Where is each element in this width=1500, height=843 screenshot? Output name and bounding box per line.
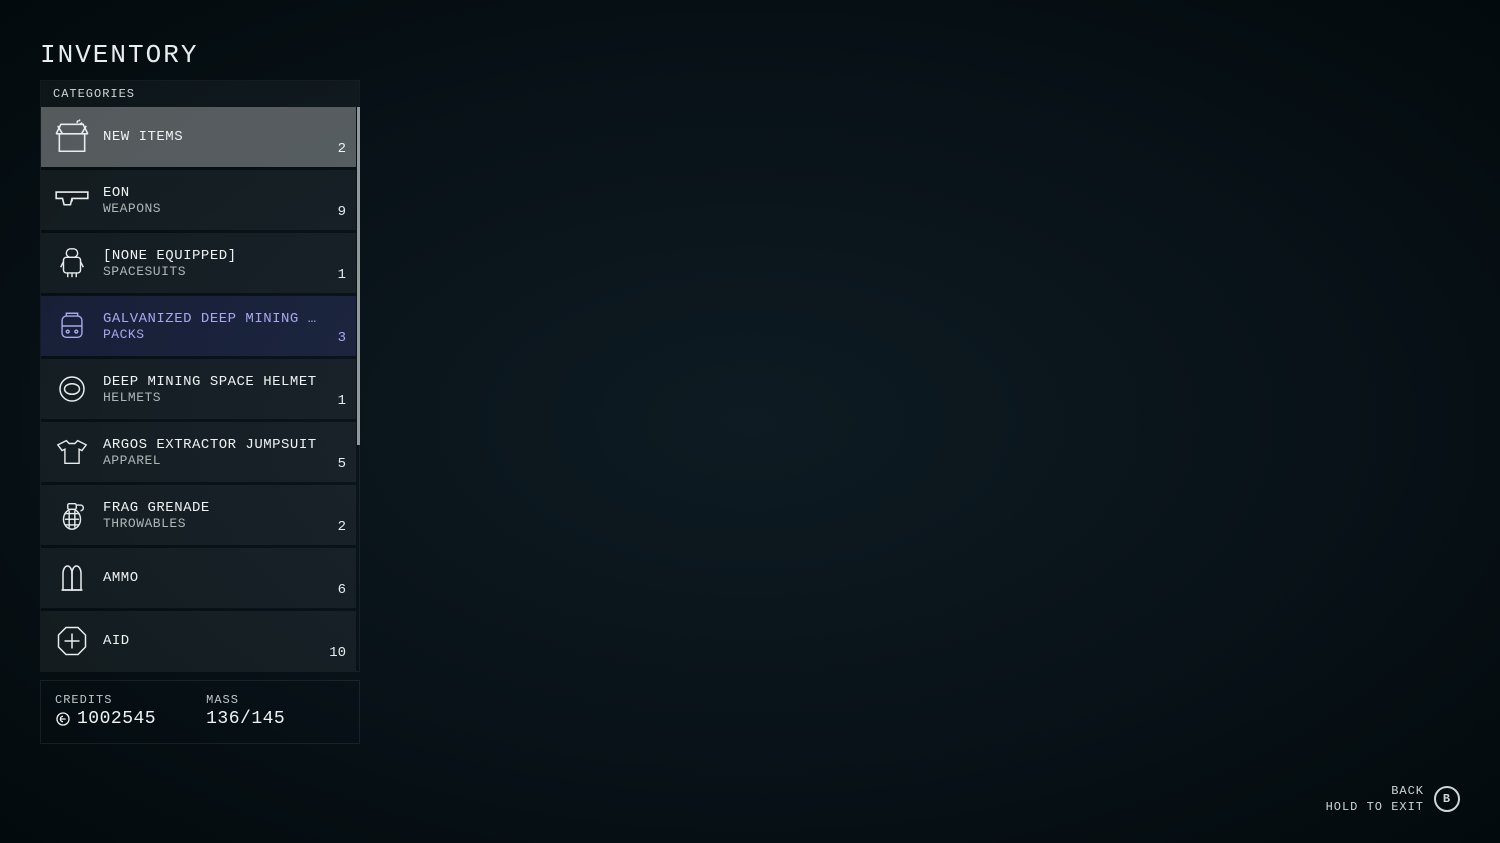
category-sublabel: HELMETS: [103, 390, 322, 405]
backpack-icon: [51, 305, 93, 347]
mass-label: MASS: [206, 693, 285, 707]
hold-to-exit-label: HOLD TO EXIT: [1326, 799, 1424, 815]
category-sublabel: WEAPONS: [103, 201, 322, 216]
category-count: 6: [332, 582, 346, 598]
category-packs[interactable]: GALVANIZED DEEP MINING … PACKS 3: [41, 296, 356, 356]
categories-panel: CATEGORIES: [40, 80, 360, 672]
spacesuit-icon: [51, 242, 93, 284]
category-count: 2: [332, 519, 346, 535]
category-count: 1: [332, 267, 346, 283]
shirt-icon: [51, 431, 93, 473]
category-throwables[interactable]: FRAG GRENADE THROWABLES 2: [41, 485, 356, 545]
category-label: GALVANIZED DEEP MINING …: [103, 311, 322, 327]
grenade-icon: [51, 494, 93, 536]
category-label: AID: [103, 633, 313, 649]
credits-value: 1002545: [77, 709, 156, 729]
category-label: AMMO: [103, 570, 322, 586]
category-label: EON: [103, 185, 322, 201]
list-scrollbar[interactable]: [357, 107, 360, 445]
category-count: 2: [332, 141, 346, 157]
category-ammo[interactable]: AMMO 6: [41, 548, 356, 608]
category-new-items[interactable]: NEW ITEMS 2: [41, 107, 356, 167]
back-label: BACK: [1391, 783, 1424, 799]
open-box-icon: [51, 116, 93, 158]
category-count: 5: [332, 456, 346, 472]
category-helmets[interactable]: DEEP MINING SPACE HELMET HELMETS 1: [41, 359, 356, 419]
helmet-icon: [51, 368, 93, 410]
category-aid[interactable]: AID 10: [41, 611, 356, 671]
b-button[interactable]: B: [1434, 786, 1460, 812]
categories-list: NEW ITEMS 2 EON WEAPONS: [41, 107, 359, 671]
category-count: 1: [332, 393, 346, 409]
category-count: 10: [323, 645, 346, 661]
category-sublabel: SPACESUITS: [103, 264, 322, 279]
page-title: INVENTORY: [40, 40, 1460, 70]
credits-label: CREDITS: [55, 693, 156, 707]
category-label: FRAG GRENADE: [103, 500, 322, 516]
category-label: DEEP MINING SPACE HELMET: [103, 374, 322, 390]
credits-icon: [55, 711, 71, 727]
category-apparel[interactable]: ARGOS EXTRACTOR JUMPSUIT APPAREL 5: [41, 422, 356, 482]
ammo-icon: [51, 557, 93, 599]
category-label: [NONE EQUIPPED]: [103, 248, 322, 264]
category-sublabel: PACKS: [103, 327, 322, 342]
categories-header: CATEGORIES: [41, 81, 359, 107]
category-spacesuits[interactable]: [NONE EQUIPPED] SPACESUITS 1: [41, 233, 356, 293]
stats-panel: CREDITS 1002545 MASS 136/145: [40, 680, 360, 744]
category-weapons[interactable]: EON WEAPONS 9: [41, 170, 356, 230]
category-sublabel: THROWABLES: [103, 516, 322, 531]
pistol-icon: [51, 179, 93, 221]
category-count: 3: [332, 330, 346, 346]
category-label: NEW ITEMS: [103, 129, 322, 145]
category-count: 9: [332, 204, 346, 220]
credits-stat: CREDITS 1002545: [55, 693, 156, 729]
category-label: ARGOS EXTRACTOR JUMPSUIT: [103, 437, 322, 453]
medical-cross-icon: [51, 620, 93, 662]
category-sublabel: APPAREL: [103, 453, 322, 468]
b-button-glyph: B: [1443, 792, 1451, 806]
mass-stat: MASS 136/145: [206, 693, 285, 729]
mass-value: 136/145: [206, 709, 285, 729]
footer-prompt: BACK HOLD TO EXIT B: [1326, 783, 1460, 815]
